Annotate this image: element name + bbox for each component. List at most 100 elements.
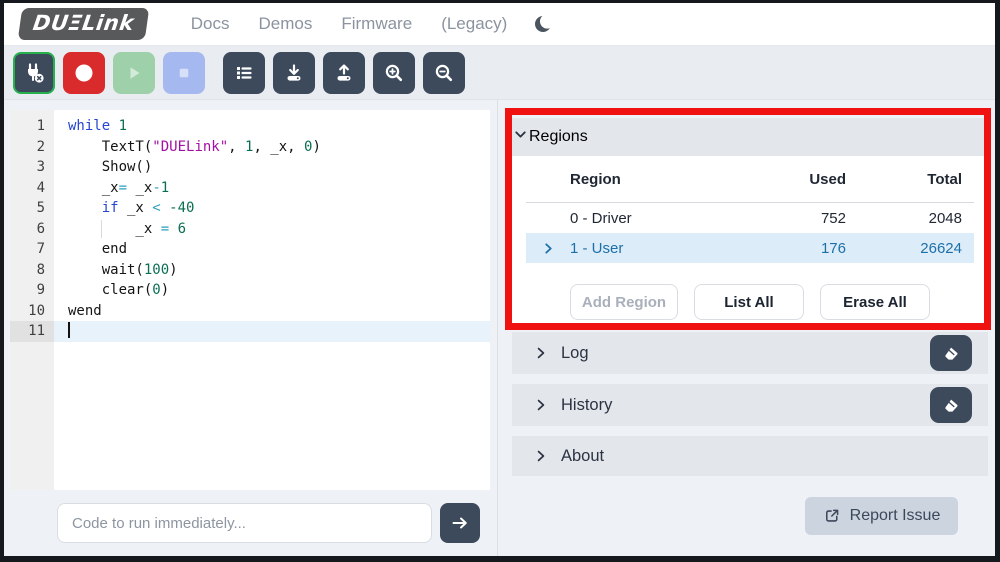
top-nav: DUΞLink Docs Demos Firmware (Legacy): [4, 3, 995, 46]
record-circle-icon: [73, 62, 95, 84]
line-number: 8: [10, 260, 54, 281]
history-panel-header[interactable]: History: [512, 384, 988, 426]
stop-square-icon: [173, 62, 195, 84]
list-programs-button[interactable]: [223, 52, 265, 94]
region-total: 26624: [858, 240, 974, 257]
regions-table-header: Region Used Total: [526, 156, 974, 203]
regions-panel: Regions Region Used Total 0 - Driver 752…: [512, 118, 988, 330]
download-icon: [283, 62, 305, 84]
zoom-in-button[interactable]: [373, 52, 415, 94]
regions-panel-title: Regions: [529, 128, 588, 146]
download-to-device-button[interactable]: [273, 52, 315, 94]
code-line[interactable]: [54, 321, 490, 342]
screen-edge-left: [0, 0, 4, 562]
add-region-button[interactable]: Add Region: [570, 284, 678, 320]
run-button[interactable]: [113, 52, 155, 94]
code-line[interactable]: while 1: [54, 116, 490, 137]
code-line[interactable]: clear(0): [54, 280, 490, 301]
code-area[interactable]: while 1 TextT("DUELink", 1, _x, 0) Show(…: [54, 110, 490, 490]
clear-history-button[interactable]: [930, 387, 972, 423]
nav-link-firmware[interactable]: Firmware: [341, 14, 412, 34]
app-window: DUΞLink Docs Demos Firmware (Legacy): [0, 0, 1000, 562]
about-panel-header[interactable]: About: [512, 436, 988, 476]
region-name: 1 - User: [570, 240, 748, 257]
col-header-total: Total: [858, 171, 974, 188]
nav-link-demos[interactable]: Demos: [258, 14, 312, 34]
code-editor[interactable]: 1234567891011 while 1 TextT("DUELink", 1…: [10, 110, 490, 490]
line-number: 5: [10, 198, 54, 219]
list-all-button[interactable]: List All: [694, 284, 804, 320]
line-number: 11: [10, 321, 54, 342]
screen-edge-bottom: [0, 556, 1000, 562]
chevron-down-icon: [512, 126, 529, 148]
play-icon: [123, 62, 145, 84]
clear-log-button[interactable]: [930, 335, 972, 371]
log-panel-header[interactable]: Log: [512, 332, 988, 374]
region-total: 2048: [858, 210, 974, 227]
code-line[interactable]: _x = 6: [54, 219, 490, 240]
eraser-icon: [942, 396, 961, 415]
nav-link-legacy[interactable]: (Legacy): [441, 14, 507, 34]
line-number-gutter: 1234567891011: [10, 110, 54, 490]
duelink-logo-text: DUΞLink: [31, 11, 135, 35]
text-cursor: [68, 322, 70, 338]
code-line[interactable]: if _x < -40: [54, 198, 490, 219]
connect-button[interactable]: [13, 52, 55, 94]
line-number: 9: [10, 280, 54, 301]
external-link-icon: [823, 507, 841, 525]
code-line[interactable]: wend: [54, 301, 490, 322]
zoom-out-button[interactable]: [423, 52, 465, 94]
record-button[interactable]: [63, 52, 105, 94]
duelink-logo[interactable]: DUΞLink: [18, 8, 149, 40]
region-row-user[interactable]: 1 - User 176 26624: [526, 233, 974, 263]
moon-icon: [533, 14, 553, 34]
log-panel-title: Log: [561, 344, 589, 363]
chevron-right-icon[interactable]: [526, 241, 570, 256]
line-number: 3: [10, 157, 54, 178]
chevron-right-icon: [533, 345, 549, 361]
zoom-in-icon: [383, 62, 405, 84]
dark-mode-toggle[interactable]: [533, 14, 553, 34]
regions-table: Region Used Total 0 - Driver 752 2048 1 …: [512, 156, 988, 320]
chevron-right-icon: [533, 448, 549, 464]
chevron-right-icon: [533, 397, 549, 413]
column-divider: [497, 100, 498, 556]
stop-button[interactable]: [163, 52, 205, 94]
screen-edge-top: [0, 0, 1000, 3]
plug-disconnect-icon: [23, 62, 45, 84]
code-line[interactable]: end: [54, 239, 490, 260]
nav-links: Docs Demos Firmware (Legacy): [191, 14, 508, 34]
code-line[interactable]: wait(100): [54, 260, 490, 281]
line-number: 7: [10, 239, 54, 260]
regions-actions: Add Region List All Erase All: [570, 284, 974, 320]
line-number: 4: [10, 178, 54, 199]
upload-icon: [333, 62, 355, 84]
col-header-region: Region: [570, 171, 748, 188]
toolbar: [4, 46, 995, 100]
region-used: 752: [748, 210, 858, 227]
indent-guide: [101, 220, 102, 238]
about-panel-title: About: [561, 447, 604, 466]
arrow-right-icon: [450, 513, 470, 533]
screen-edge-right: [995, 0, 1000, 562]
run-immediate-button[interactable]: [440, 503, 480, 543]
upload-from-device-button[interactable]: [323, 52, 365, 94]
region-row-driver[interactable]: 0 - Driver 752 2048: [526, 203, 974, 233]
erase-all-button[interactable]: Erase All: [820, 284, 930, 320]
code-line[interactable]: Show(): [54, 157, 490, 178]
regions-panel-header[interactable]: Regions: [512, 118, 988, 156]
line-number: 2: [10, 137, 54, 158]
immediate-code-input[interactable]: [57, 503, 432, 543]
line-number: 10: [10, 301, 54, 322]
zoom-out-icon: [433, 62, 455, 84]
region-used: 176: [748, 240, 858, 257]
list-icon: [233, 62, 255, 84]
report-issue-button[interactable]: Report Issue: [805, 497, 958, 535]
code-line[interactable]: _x= _x-1: [54, 178, 490, 199]
nav-link-docs[interactable]: Docs: [191, 14, 230, 34]
region-name: 0 - Driver: [570, 210, 748, 227]
line-number: 6: [10, 219, 54, 240]
eraser-icon: [942, 344, 961, 363]
code-line[interactable]: TextT("DUELink", 1, _x, 0): [54, 137, 490, 158]
history-panel-title: History: [561, 396, 612, 415]
